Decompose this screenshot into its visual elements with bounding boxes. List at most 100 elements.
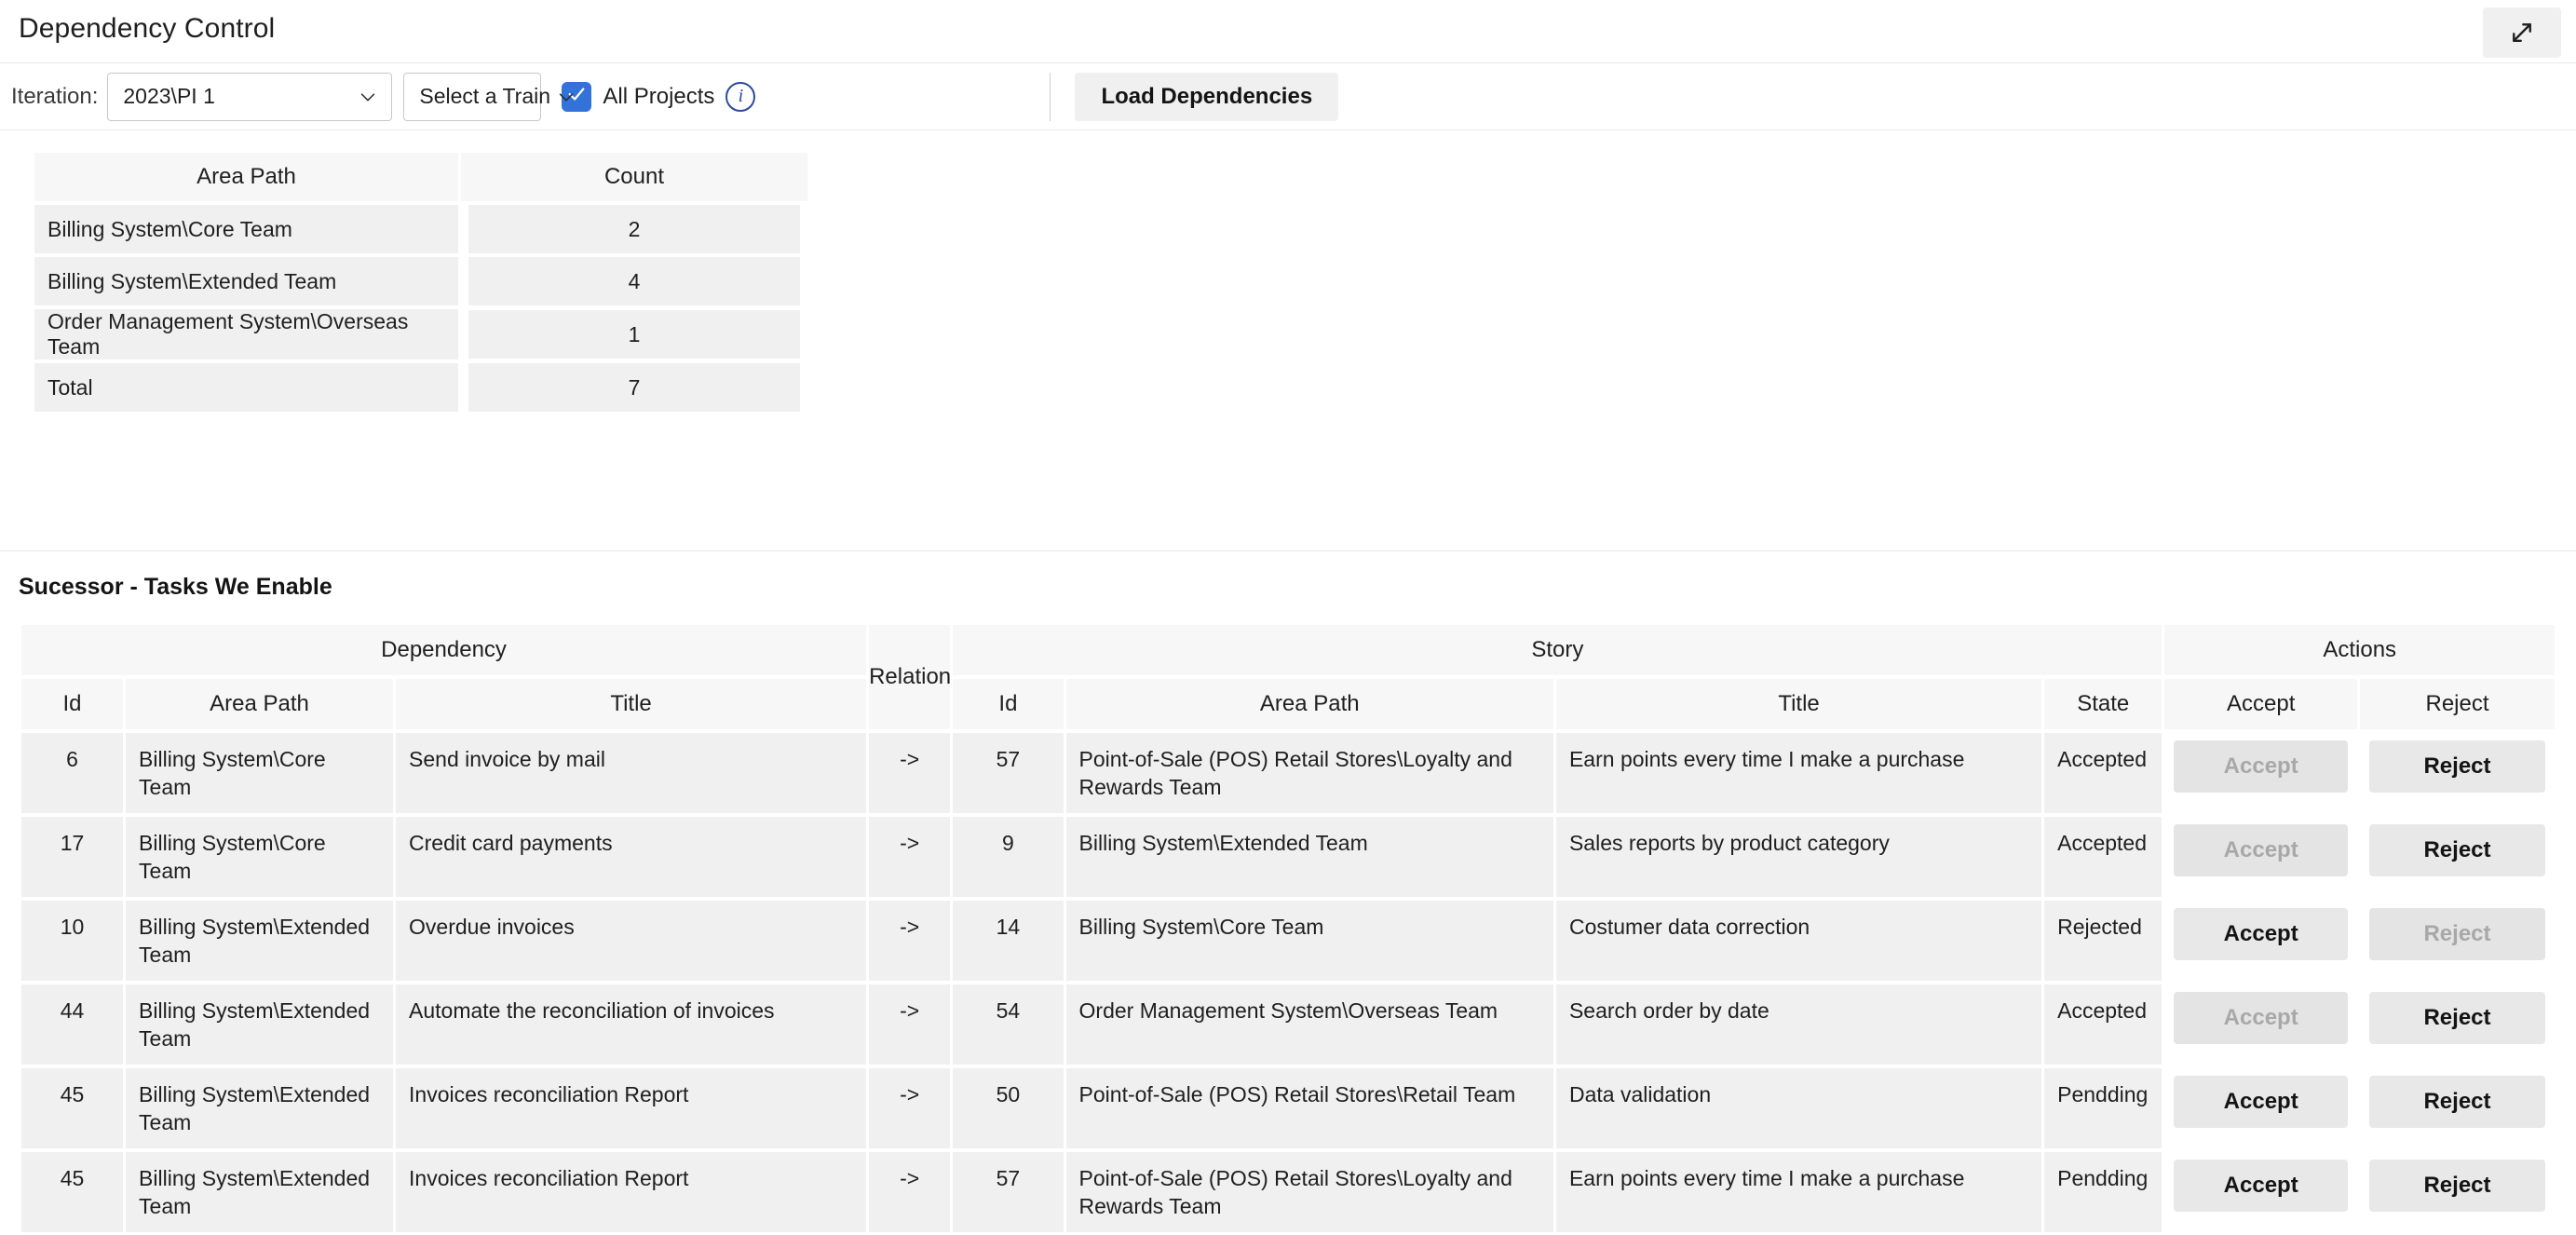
train-select-value: Select a Train bbox=[419, 84, 550, 109]
all-projects-group: All Projects i bbox=[562, 82, 755, 112]
cell-story-id: 50 bbox=[953, 1068, 1063, 1148]
summary-area-path: Billing System\Extended Team bbox=[34, 257, 458, 305]
cell-story-title: Search order by date bbox=[1556, 984, 2041, 1065]
title-bar: Dependency Control bbox=[0, 0, 2576, 63]
cell-dep-title: Automate the reconciliation of invoices bbox=[396, 984, 866, 1065]
table-row: 45Billing System\Extended TeamInvoices r… bbox=[21, 1152, 2555, 1232]
successor-section-title: Sucessor - Tasks We Enable bbox=[19, 574, 2576, 601]
summary-row: Billing System\Extended Team4 bbox=[34, 257, 807, 305]
group-header-row: Dependency Relation Story Actions bbox=[21, 625, 2555, 675]
train-select[interactable]: Select a Train bbox=[403, 73, 541, 121]
cell-state: Accepted bbox=[2044, 733, 2162, 813]
col-story-title: Title bbox=[1556, 679, 2041, 729]
summary-count-value: 1 bbox=[468, 310, 800, 359]
accept-button[interactable]: Accept bbox=[2174, 1076, 2348, 1128]
summary-count-value: 4 bbox=[468, 257, 800, 305]
group-header-dependency: Dependency bbox=[21, 625, 866, 675]
toolbar-divider bbox=[1050, 73, 1051, 121]
cell-dep-id: 45 bbox=[21, 1152, 123, 1232]
summary-section: Area Path Count Billing System\Core Team… bbox=[0, 130, 2576, 551]
cell-state: Rejected bbox=[2044, 901, 2162, 981]
summary-area-path: Order Management System\Overseas Team bbox=[34, 309, 458, 360]
cell-accept: Accept bbox=[2164, 901, 2357, 981]
cell-story-id: 14 bbox=[953, 901, 1063, 981]
col-dep-area-path: Area Path bbox=[126, 679, 393, 729]
accept-button[interactable]: Accept bbox=[2174, 908, 2348, 960]
reject-button[interactable]: Reject bbox=[2369, 1160, 2545, 1212]
cell-dep-id: 6 bbox=[21, 733, 123, 813]
iteration-select[interactable]: 2023\PI 1 bbox=[107, 73, 392, 121]
cell-reject: Reject bbox=[2360, 901, 2555, 981]
cell-reject: Reject bbox=[2360, 1152, 2555, 1232]
col-dep-title: Title bbox=[396, 679, 866, 729]
cell-accept: Accept bbox=[2164, 1152, 2357, 1232]
iteration-select-value: 2023\PI 1 bbox=[123, 84, 352, 109]
filter-toolbar: Iteration: 2023\PI 1 Select a Train All … bbox=[0, 63, 2576, 130]
load-dependencies-button[interactable]: Load Dependencies bbox=[1075, 73, 1338, 121]
cell-dep-area-path: Billing System\Extended Team bbox=[126, 1152, 393, 1232]
table-row: 6Billing System\Core TeamSend invoice by… bbox=[21, 733, 2555, 813]
col-story-area-path: Area Path bbox=[1066, 679, 1553, 729]
cell-story-area-path: Point-of-Sale (POS) Retail Stores\Loyalt… bbox=[1066, 1152, 1553, 1232]
chevron-down-icon bbox=[358, 87, 378, 107]
reject-button[interactable]: Reject bbox=[2369, 992, 2545, 1044]
cell-accept: Accept bbox=[2164, 733, 2357, 813]
table-row: 45Billing System\Extended TeamInvoices r… bbox=[21, 1068, 2555, 1148]
cell-story-id: 9 bbox=[953, 817, 1063, 897]
cell-story-area-path: Point-of-Sale (POS) Retail Stores\Loyalt… bbox=[1066, 733, 1553, 813]
cell-dep-title: Invoices reconciliation Report bbox=[396, 1152, 866, 1232]
cell-dep-title: Invoices reconciliation Report bbox=[396, 1068, 866, 1148]
summary-row: Total7 bbox=[34, 363, 807, 412]
iteration-label: Iteration: bbox=[11, 84, 98, 110]
summary-col-count: Count bbox=[461, 153, 807, 201]
cell-dep-id: 44 bbox=[21, 984, 123, 1065]
cell-dep-area-path: Billing System\Extended Team bbox=[126, 901, 393, 981]
cell-accept: Accept bbox=[2164, 1068, 2357, 1148]
reject-button: Reject bbox=[2369, 908, 2545, 960]
cell-story-title: Costumer data correction bbox=[1556, 901, 2041, 981]
summary-row: Order Management System\Overseas Team1 bbox=[34, 309, 807, 360]
col-dep-id: Id bbox=[21, 679, 123, 729]
cell-dep-id: 10 bbox=[21, 901, 123, 981]
cell-relation: -> bbox=[869, 1068, 950, 1148]
cell-state: Pendding bbox=[2044, 1068, 2162, 1148]
group-header-actions: Actions bbox=[2164, 625, 2555, 675]
accept-button[interactable]: Accept bbox=[2174, 1160, 2348, 1212]
cell-reject: Reject bbox=[2360, 984, 2555, 1065]
cell-accept: Accept bbox=[2164, 817, 2357, 897]
info-icon[interactable]: i bbox=[725, 82, 755, 112]
col-accept: Accept bbox=[2164, 679, 2357, 729]
summary-row: Billing System\Core Team2 bbox=[34, 205, 807, 253]
cell-state: Pendding bbox=[2044, 1152, 2162, 1232]
summary-count: 7 bbox=[461, 363, 807, 412]
reject-button[interactable]: Reject bbox=[2369, 1076, 2545, 1128]
cell-story-area-path: Point-of-Sale (POS) Retail Stores\Retail… bbox=[1066, 1068, 1553, 1148]
summary-count: 2 bbox=[461, 205, 807, 253]
group-header-story: Story bbox=[953, 625, 2162, 675]
cell-dep-area-path: Billing System\Core Team bbox=[126, 733, 393, 813]
cell-story-title: Earn points every time I make a purchase bbox=[1556, 733, 2041, 813]
group-header-relation: Relation bbox=[869, 625, 950, 729]
summary-area-path: Total bbox=[34, 363, 458, 412]
col-reject: Reject bbox=[2360, 679, 2555, 729]
expand-button[interactable] bbox=[2483, 7, 2561, 58]
cell-state: Accepted bbox=[2044, 984, 2162, 1065]
cell-relation: -> bbox=[869, 984, 950, 1065]
expand-diagonal-icon bbox=[2508, 19, 2536, 47]
cell-dep-area-path: Billing System\Extended Team bbox=[126, 1068, 393, 1148]
cell-story-area-path: Billing System\Core Team bbox=[1066, 901, 1553, 981]
page-title: Dependency Control bbox=[19, 13, 275, 45]
reject-button[interactable]: Reject bbox=[2369, 824, 2545, 876]
cell-story-id: 57 bbox=[953, 1152, 1063, 1232]
cell-dep-area-path: Billing System\Extended Team bbox=[126, 984, 393, 1065]
reject-button[interactable]: Reject bbox=[2369, 740, 2545, 793]
cell-state: Accepted bbox=[2044, 817, 2162, 897]
chevron-down-icon bbox=[556, 87, 576, 107]
successor-table-wrap: Dependency Relation Story Actions Id Are… bbox=[19, 621, 2557, 1235]
col-story-id: Id bbox=[953, 679, 1063, 729]
table-row: 10Billing System\Extended TeamOverdue in… bbox=[21, 901, 2555, 981]
cell-accept: Accept bbox=[2164, 984, 2357, 1065]
summary-count-value: 2 bbox=[468, 205, 800, 253]
accept-button: Accept bbox=[2174, 992, 2348, 1044]
summary-count: 4 bbox=[461, 257, 807, 305]
